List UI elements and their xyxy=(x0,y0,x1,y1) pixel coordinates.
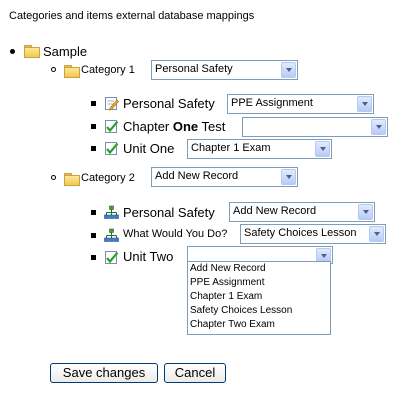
tree-bullet xyxy=(10,49,15,54)
page-heading: Categories and items external database m… xyxy=(9,10,255,22)
unit-two-dropdown-list[interactable]: Add New Record PPE Assignment Chapter 1 … xyxy=(187,261,331,335)
chevron-down-icon[interactable] xyxy=(281,169,296,185)
tree-bullet xyxy=(91,233,96,238)
dropdown-option[interactable]: Safety Choices Lesson xyxy=(188,304,330,318)
item-chapter-one-test-select[interactable] xyxy=(242,117,388,137)
item-personal-safety-select-value: PPE Assignment xyxy=(231,97,313,109)
category-2-select[interactable]: Add New Record xyxy=(151,167,298,187)
item-unit-one-select-value: Chapter 1 Exam xyxy=(191,142,271,154)
item-personal-safety-label: Personal Safety xyxy=(123,96,215,111)
item-what-would-you-do-select-value: Safety Choices Lesson xyxy=(244,227,357,239)
chevron-down-icon[interactable] xyxy=(357,96,372,112)
category-1-select-value: Personal Safety xyxy=(155,63,233,75)
item-personal-safety-2-select-value: Add New Record xyxy=(233,205,317,217)
item-personal-safety-2-label: Personal Safety xyxy=(123,205,215,220)
chevron-down-icon[interactable] xyxy=(358,204,373,220)
item-personal-safety-2-select[interactable]: Add New Record xyxy=(229,202,375,222)
chevron-down-icon[interactable] xyxy=(281,62,296,78)
category-2-label: Category 2 xyxy=(81,172,135,184)
dropdown-option[interactable]: Add New Record xyxy=(188,262,330,276)
tree-bullet xyxy=(91,255,96,260)
dropdown-option[interactable]: PPE Assignment xyxy=(188,276,330,290)
edit-document-icon xyxy=(105,97,119,111)
tree-bullet xyxy=(51,67,56,72)
tree-bullet xyxy=(51,175,56,180)
item-unit-two-label: Unit Two xyxy=(123,249,174,264)
dropdown-option[interactable]: Chapter 1 Exam xyxy=(188,290,330,304)
item-what-would-you-do-label: What Would You Do? xyxy=(123,228,228,240)
folder-icon xyxy=(64,173,80,186)
category-1-select[interactable]: Personal Safety xyxy=(151,60,298,80)
tree-root-label: Sample xyxy=(43,44,88,59)
tree-bullet xyxy=(91,146,96,151)
item-personal-safety-select[interactable]: PPE Assignment xyxy=(227,94,374,114)
item-unit-one-label: Unit One xyxy=(123,141,175,156)
cancel-button[interactable]: Cancel xyxy=(164,363,226,383)
item-unit-one-select[interactable]: Chapter 1 Exam xyxy=(187,139,332,159)
save-changes-button[interactable]: Save changes xyxy=(50,363,158,383)
tree-bullet xyxy=(91,101,96,106)
chevron-down-icon[interactable] xyxy=(371,119,386,135)
checked-document-icon xyxy=(105,142,119,155)
folder-icon xyxy=(24,45,40,58)
folder-icon xyxy=(64,65,80,78)
category-2-select-value: Add New Record xyxy=(155,170,239,182)
chevron-down-icon[interactable] xyxy=(315,141,330,157)
checked-document-icon xyxy=(105,251,119,264)
category-1-label: Category 1 xyxy=(81,64,135,76)
dropdown-option[interactable]: Chapter Two Exam xyxy=(188,318,330,332)
hierarchy-icon xyxy=(104,228,119,242)
tree-bullet xyxy=(91,210,96,215)
chevron-down-icon[interactable] xyxy=(369,226,384,242)
hierarchy-icon xyxy=(104,205,119,219)
item-chapter-one-test-label: Chapter One Test xyxy=(123,119,226,134)
tree-bullet xyxy=(91,124,96,129)
checked-document-icon xyxy=(105,120,119,133)
item-what-would-you-do-select[interactable]: Safety Choices Lesson xyxy=(240,224,386,244)
chevron-down-icon[interactable] xyxy=(316,248,331,262)
